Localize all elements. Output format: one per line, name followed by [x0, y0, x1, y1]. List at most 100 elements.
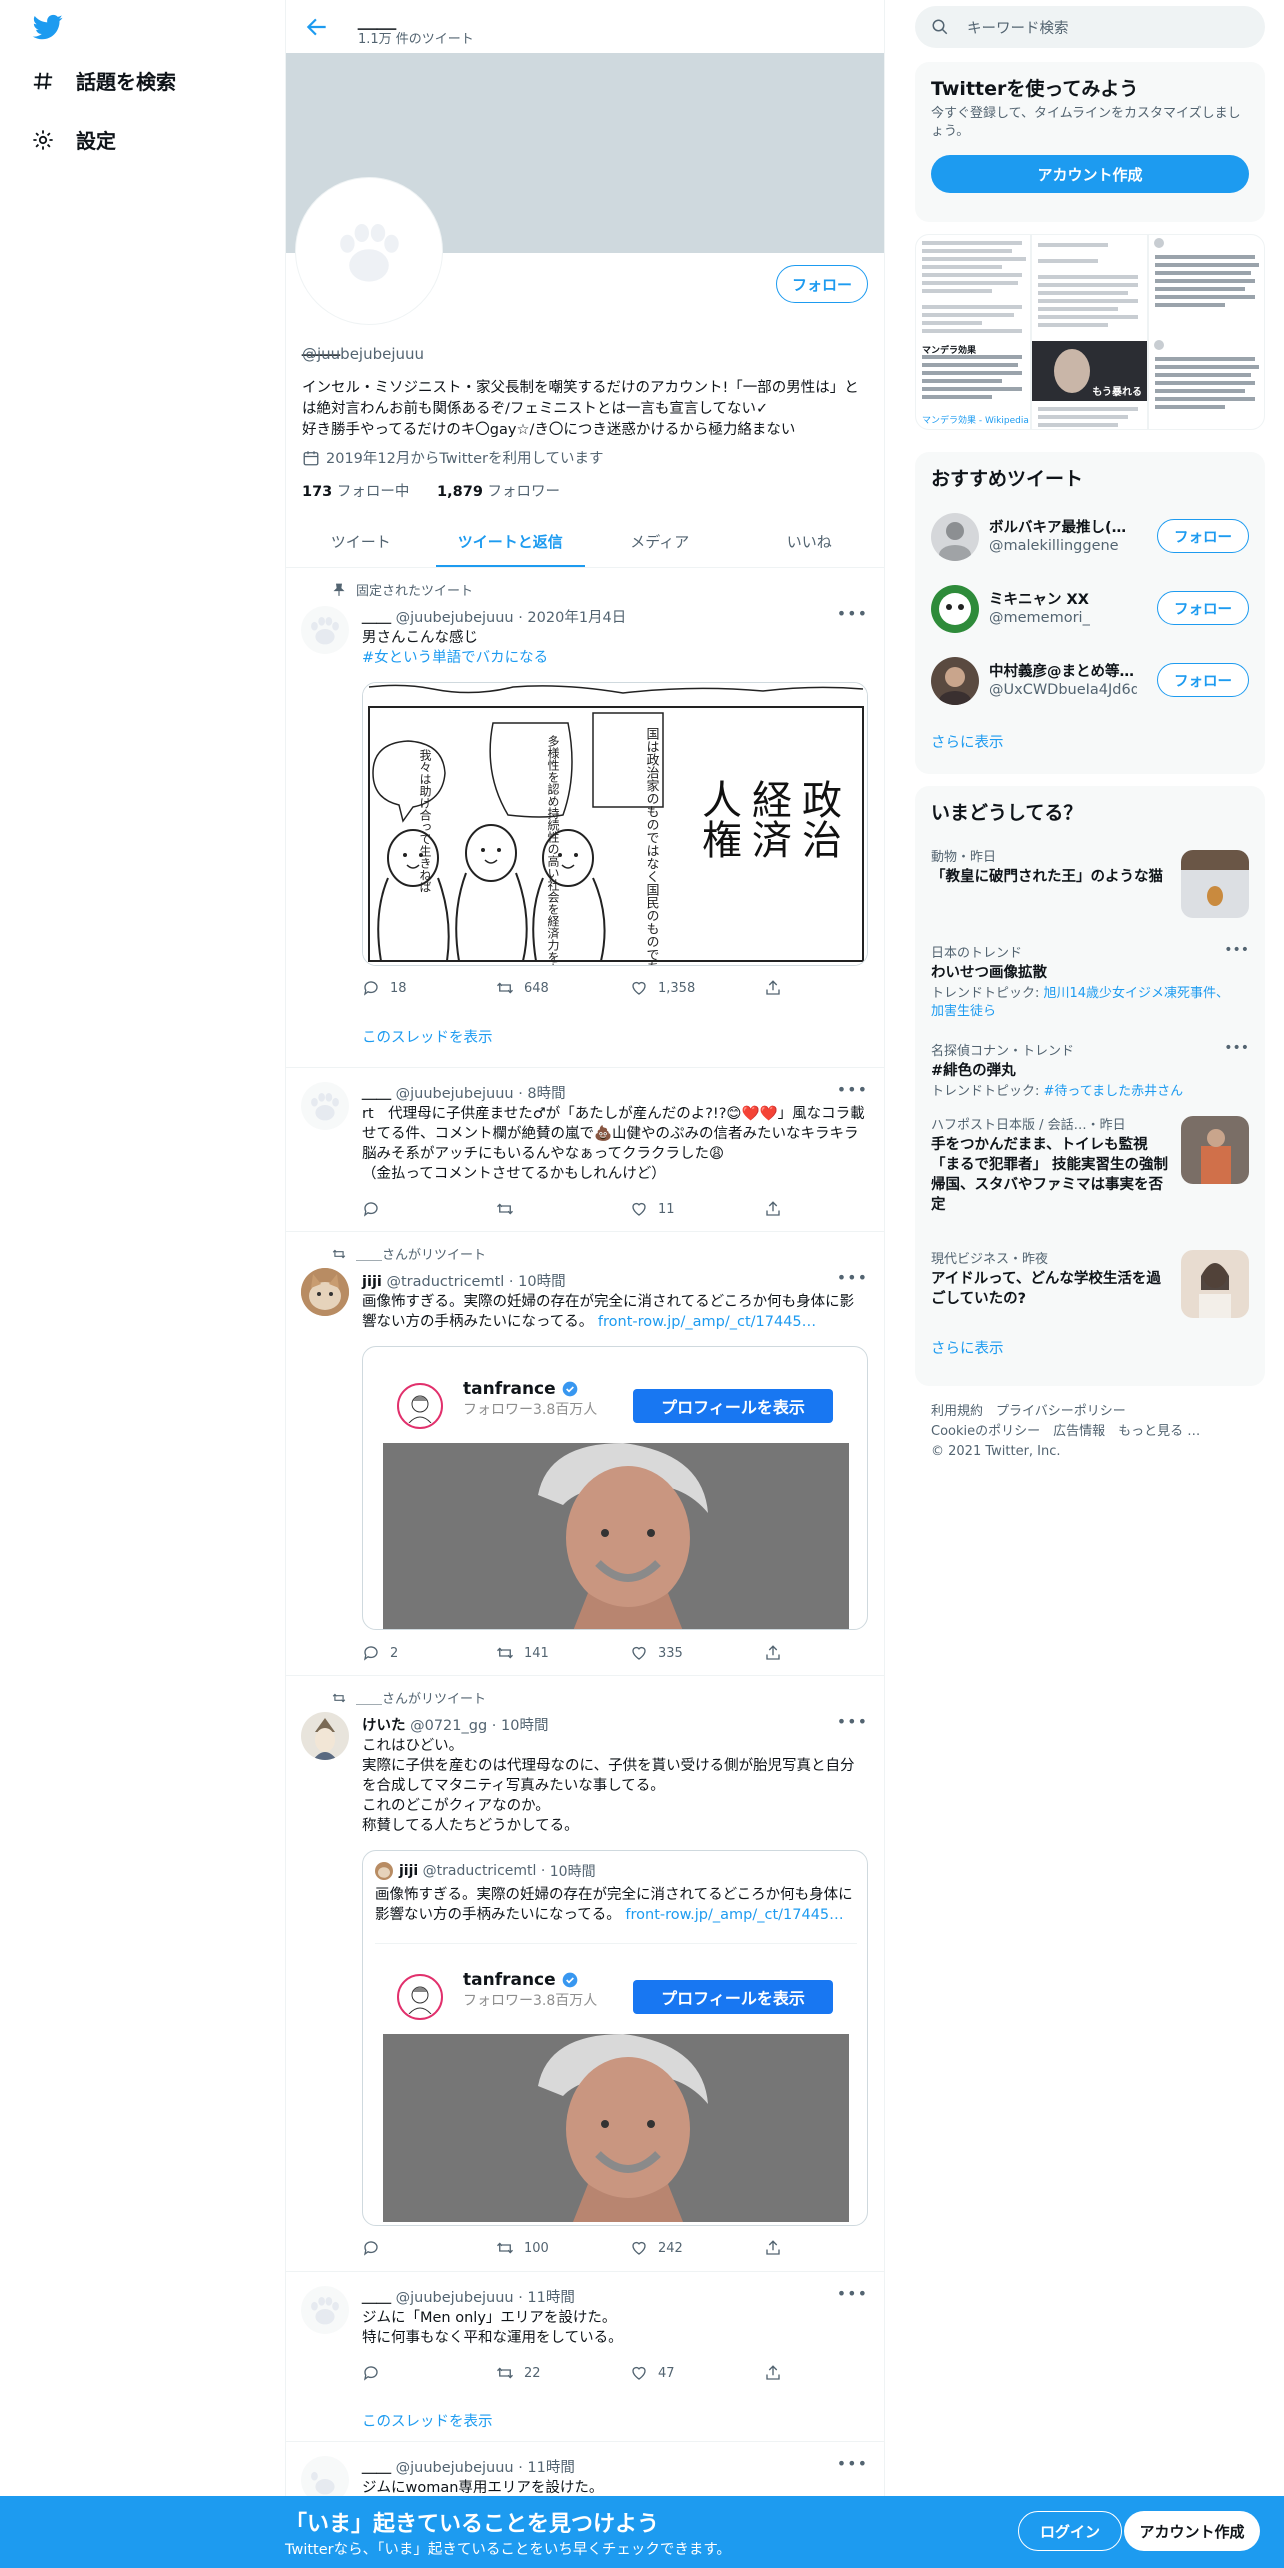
recommended-user[interactable]: 中村義彦@まとめ等… @UxCWDbueIa4Jd6q フォロー: [915, 645, 1265, 717]
quote-link[interactable]: front-row.jp/_amp/_ct/17445…: [625, 1907, 843, 1923]
following-link[interactable]: 173 フォロー中: [302, 484, 409, 500]
share-button[interactable]: [764, 1200, 792, 1218]
tab-likes[interactable]: いいね: [735, 515, 885, 567]
tab-tweets[interactable]: ツイート: [286, 515, 436, 567]
tweet-author-name[interactable]: けいた: [362, 1718, 406, 1734]
tab-media[interactable]: メディア: [585, 515, 735, 567]
reply-button[interactable]: [362, 1200, 452, 1218]
tweet-header: ＿＿ @juubejubejuuu · 8時間: [362, 1086, 566, 1102]
trend-sub-link[interactable]: #待ってました赤井さん: [1044, 1084, 1184, 1099]
more-options-icon[interactable]: •••: [837, 604, 868, 623]
tweet-time[interactable]: 10時間: [518, 1274, 565, 1290]
retweet-button[interactable]: [496, 1200, 586, 1218]
reply-button[interactable]: [362, 2239, 452, 2257]
tweet-author-name[interactable]: jiji: [362, 1274, 382, 1290]
retweet-button[interactable]: 648: [496, 979, 586, 997]
follow-button[interactable]: フォロー: [1157, 663, 1249, 697]
reply-button[interactable]: 18: [362, 979, 452, 997]
instagram-card[interactable]: tanfrance フォロワー3.8百万人 プロフィールを表示: [362, 1346, 868, 1630]
share-button[interactable]: [764, 2364, 792, 2382]
more-options-icon[interactable]: •••: [837, 2284, 868, 2303]
tweet[interactable]: ＿＿ @juubejubejuuu · 11時間 ••• ジムに「Men onl…: [286, 2272, 884, 2442]
more-options-icon[interactable]: •••: [1224, 1040, 1249, 1056]
tweet-pinned[interactable]: 固定されたツイート ＿＿ @juubejubejuuu · 2020年1月4日 …: [286, 568, 884, 1068]
tweet-avatar[interactable]: [301, 2286, 349, 2334]
tweet-avatar[interactable]: [301, 1082, 349, 1130]
tweet-hashtag[interactable]: #女という単語でバカになる: [362, 648, 868, 668]
like-button[interactable]: 47: [630, 2364, 720, 2382]
follow-button[interactable]: フォロー: [776, 265, 868, 303]
login-button[interactable]: ログイン: [1018, 2511, 1122, 2551]
tweet-avatar[interactable]: [301, 606, 349, 654]
tweet-time[interactable]: 11時間: [527, 2290, 574, 2306]
nav-settings[interactable]: 設定: [30, 125, 116, 154]
more-options-icon[interactable]: •••: [1224, 942, 1249, 958]
banner-subtitle: Twitterなら、「いま」起きていることをいち早くチェックできます。: [285, 2542, 731, 2558]
tweet-avatar[interactable]: [301, 1712, 349, 1760]
show-thread-link[interactable]: このスレッドを表示: [362, 1026, 493, 1047]
profile-avatar[interactable]: [296, 178, 442, 324]
like-button[interactable]: 335: [630, 1644, 720, 1662]
trend-item[interactable]: 現代ビジネス・昨夜 アイドルって、どんな学校生活を過ごしていたの?: [915, 1237, 1265, 1329]
search-input[interactable]: キーワード検索: [915, 6, 1265, 48]
heart-icon: [632, 981, 646, 995]
more-options-icon[interactable]: •••: [837, 2454, 868, 2473]
verified-badge-icon: [562, 1381, 578, 1397]
follow-button[interactable]: フォロー: [1157, 591, 1249, 625]
tab-tweets-and-replies[interactable]: ツイートと返信: [435, 515, 586, 567]
trend-item[interactable]: ハフポスト日本版 / 会話…・昨日 手をつかんだまま、トイレも監視「まるで犯罪者…: [915, 1103, 1265, 1237]
tweet-author-name[interactable]: ＿＿: [362, 610, 391, 626]
like-button[interactable]: 242: [630, 2239, 720, 2257]
tweet-author-name[interactable]: ＿＿: [362, 1086, 391, 1102]
follow-button[interactable]: フォロー: [1157, 519, 1249, 553]
tweet-time[interactable]: 8時間: [527, 1086, 565, 1102]
tweet-retweet[interactable]: ＿＿さんがリツイート jiji @traductricemtl · 10時間 •…: [286, 1232, 884, 1676]
tweet-time[interactable]: 10時間: [501, 1718, 548, 1734]
trend-item[interactable]: 日本のトレンド わいせつ画像拡散 トレンドトピック: 旭川14歳少女イジメ凍死事…: [915, 931, 1265, 1029]
followers-link[interactable]: 1,879 フォロワー: [437, 484, 560, 500]
share-button[interactable]: [764, 979, 792, 997]
show-thread-link[interactable]: このスレッドを表示: [362, 2410, 493, 2431]
tweet[interactable]: ＿＿ @juubejubejuuu · 8時間 ••• rt 代理母に子供産ませ…: [286, 1068, 884, 1232]
tweet-author-name[interactable]: ＿＿: [362, 2460, 391, 2476]
retweet-button[interactable]: 22: [496, 2364, 586, 2382]
user-name: ボルバキア最推し(ボ…: [989, 520, 1137, 536]
create-account-button[interactable]: アカウント作成: [931, 155, 1249, 193]
more-options-icon[interactable]: •••: [837, 1712, 868, 1731]
show-more-trends[interactable]: さらに表示: [915, 1329, 1265, 1372]
more-options-icon[interactable]: •••: [837, 1080, 868, 1099]
twitter-logo-icon[interactable]: [30, 12, 66, 42]
tweet-retweet[interactable]: ＿＿さんがリツイート けいた @0721_gg · 10時間 ••• これはひど…: [286, 1676, 884, 2272]
retweet-button[interactable]: 141: [496, 1644, 586, 1662]
reply-button[interactable]: 2: [362, 1644, 452, 1662]
show-more-recommended[interactable]: さらに表示: [915, 717, 1265, 766]
view-profile-button[interactable]: プロフィールを表示: [633, 1389, 833, 1423]
reply-button[interactable]: [362, 2364, 452, 2382]
trend-item[interactable]: 名探偵コナン・トレンド #緋色の弾丸 トレンドトピック: #待ってました赤井さん…: [915, 1029, 1265, 1103]
view-profile-button[interactable]: プロフィールを表示: [633, 1980, 833, 2014]
back-arrow-icon[interactable]: [304, 14, 330, 40]
media-collage[interactable]: マンデラ効果 マンデラ効果 - Wikipedia もう暴れる: [915, 234, 1265, 430]
tweet-avatar[interactable]: [301, 1268, 349, 1316]
tweet-time[interactable]: 11時間: [527, 2460, 574, 2476]
tweet-time[interactable]: 2020年1月4日: [527, 610, 626, 626]
signup-button[interactable]: アカウント作成: [1124, 2511, 1260, 2551]
recommended-user[interactable]: ボルバキア最推し(ボ… @malekillinggene フォロー: [915, 501, 1265, 573]
news-photo: [1181, 1116, 1249, 1184]
tweet-image[interactable]: 国は政治家のものではなく国民のものである 多様性を認め持続性の高い社会を経済力を…: [362, 682, 868, 966]
recommended-user[interactable]: ミキニャン XX @mememori_ フォロー: [915, 573, 1265, 645]
footer-line-2[interactable]: Cookieのポリシー 広告情報 もっと見る …: [931, 1422, 1251, 1442]
like-button[interactable]: 1,358: [630, 979, 720, 997]
quote-tweet[interactable]: jiji @traductricemtl · 10時間 画像怖すぎる。実際の妊婦…: [362, 1850, 868, 2226]
profile-joined: 2019年12月からTwitterを利用しています: [302, 447, 604, 468]
retweet-button[interactable]: 100: [496, 2239, 586, 2257]
tweet-author-name[interactable]: ＿＿: [362, 2290, 391, 2306]
more-options-icon[interactable]: •••: [837, 1268, 868, 1287]
share-button[interactable]: [764, 1644, 792, 1662]
footer-line-1[interactable]: 利用規約 プライバシーポリシー: [931, 1402, 1251, 1422]
trend-item[interactable]: 動物・昨日 「教皇に破門された王」のような猫: [915, 835, 1265, 931]
tweet-link[interactable]: front-row.jp/_amp/_ct/17445…: [598, 1314, 816, 1330]
share-button[interactable]: [764, 2239, 792, 2257]
nav-explore[interactable]: 話題を検索: [30, 66, 176, 95]
like-button[interactable]: 11: [630, 1200, 720, 1218]
